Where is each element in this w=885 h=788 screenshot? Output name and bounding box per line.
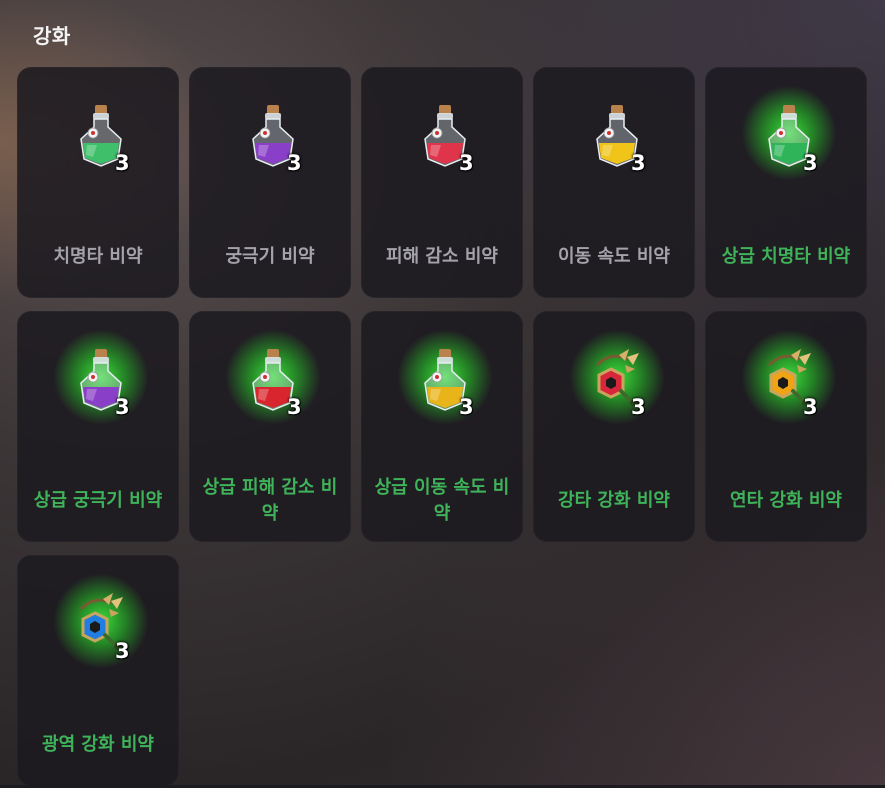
item-card[interactable]: 3 상급 이동 속도 비약 [361, 311, 523, 542]
item-count: 3 [287, 151, 302, 175]
item-count: 3 [803, 151, 818, 175]
item-label: 피해 감소 비약 [386, 246, 498, 267]
item-label: 상급 피해 감소 비약 [202, 477, 338, 524]
item-label: 상급 궁극기 비약 [33, 490, 163, 511]
item-card[interactable]: 3 궁극기 비약 [189, 67, 351, 298]
item-count: 3 [287, 395, 302, 419]
item-card[interactable]: 3 상급 치명타 비약 [705, 67, 867, 298]
item-count: 3 [631, 151, 646, 175]
item-card[interactable]: 3 치명타 비약 [17, 67, 179, 298]
item-label: 궁극기 비약 [225, 246, 315, 267]
item-grid: 3 치명타 비약 3 궁극기 비약 3 피해 감소 비약 3 이동 속도 비약 3 상급 치명타 … [17, 67, 867, 786]
item-label: 광역 강화 비약 [42, 734, 154, 755]
item-count: 3 [459, 151, 474, 175]
item-card[interactable]: 3 피해 감소 비약 [361, 67, 523, 298]
item-count: 3 [459, 395, 474, 419]
item-count: 3 [803, 395, 818, 419]
item-card[interactable]: 3 강타 강화 비약 [533, 311, 695, 542]
item-card[interactable]: 3 이동 속도 비약 [533, 67, 695, 298]
item-count: 3 [115, 639, 130, 663]
item-label: 연타 강화 비약 [730, 490, 842, 511]
item-count: 3 [115, 151, 130, 175]
section-title: 강화 [33, 24, 71, 48]
item-card[interactable]: 3 상급 궁극기 비약 [17, 311, 179, 542]
item-count: 3 [115, 395, 130, 419]
item-label: 강타 강화 비약 [558, 490, 670, 511]
item-card[interactable]: 3 광역 강화 비약 [17, 555, 179, 786]
item-label: 상급 치명타 비약 [721, 246, 851, 267]
item-label: 상급 이동 속도 비약 [374, 477, 510, 524]
item-count: 3 [631, 395, 646, 419]
item-label: 치명타 비약 [53, 246, 143, 267]
item-card[interactable]: 3 상급 피해 감소 비약 [189, 311, 351, 542]
item-card[interactable]: 3 연타 강화 비약 [705, 311, 867, 542]
item-label: 이동 속도 비약 [558, 246, 670, 267]
